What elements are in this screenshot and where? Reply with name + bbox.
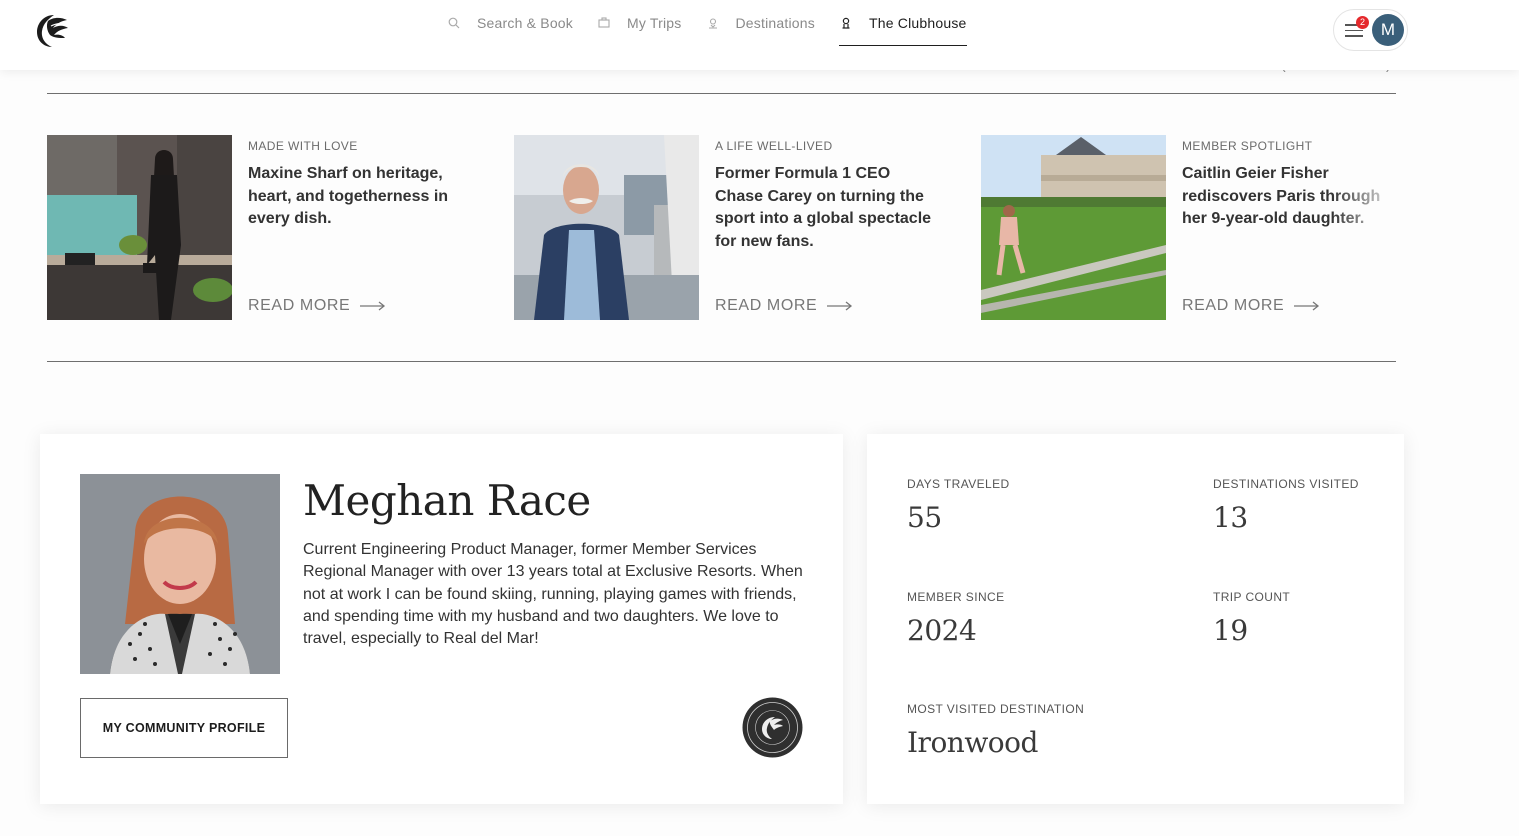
- stat-value: 13: [1213, 501, 1248, 534]
- article-1-image[interactable]: [47, 135, 232, 320]
- my-community-profile-button[interactable]: MY COMMUNITY PROFILE: [80, 698, 288, 758]
- article-2-meta: A LIFE WELL-LIVED Former Formula 1 CEO C…: [715, 135, 935, 320]
- article-2-headline[interactable]: Former Formula 1 CEO Chase Carey on turn…: [715, 163, 935, 253]
- article-1-read-more[interactable]: READ MORE: [248, 297, 386, 315]
- stat-member-since: MEMBER SINCE 2024: [907, 590, 1004, 647]
- divider-bottom: [47, 361, 1396, 362]
- article-card-1[interactable]: MADE WITH LOVE Maxine Sharf on heritage,…: [47, 135, 487, 320]
- stat-value: 2024: [907, 614, 977, 647]
- nav-destinations[interactable]: Destinations: [706, 0, 815, 46]
- nav-my-trips[interactable]: My Trips: [597, 0, 682, 46]
- exclusive-resorts-logo[interactable]: [34, 11, 70, 49]
- clubhouse-icon: [842, 17, 850, 29]
- stat-label: TRIP COUNT: [1213, 590, 1291, 604]
- article-1-meta: MADE WITH LOVE Maxine Sharf on heritage,…: [248, 135, 468, 320]
- arrow-right-icon: [360, 301, 386, 311]
- article-3-image[interactable]: [981, 135, 1166, 320]
- stat-most-visited-destination: MOST VISITED DESTINATION Ironwood: [907, 702, 1084, 759]
- map-pin-icon: [708, 18, 717, 29]
- article-card-2[interactable]: A LIFE WELL-LIVED Former Formula 1 CEO C…: [514, 135, 954, 320]
- stat-value: 19: [1213, 614, 1248, 647]
- stat-label: DESTINATIONS VISITED: [1213, 477, 1359, 491]
- stat-trip-count: TRIP COUNT 19: [1213, 590, 1290, 647]
- nav-destinations-label: Destinations: [735, 15, 815, 31]
- stat-label: MEMBER SINCE: [907, 590, 1005, 604]
- read-more-label: READ MORE: [715, 297, 818, 314]
- article-1-kicker: MADE WITH LOVE: [248, 139, 358, 153]
- nav-the-clubhouse[interactable]: The Clubhouse: [838, 0, 967, 46]
- member-profile-card: Meghan Race Current Engineering Product …: [40, 434, 843, 804]
- user-avatar: M: [1372, 14, 1404, 46]
- main-nav: Search & Book My Trips Destinations The …: [447, 0, 991, 70]
- article-3-meta: MEMBER SPOTLIGHT Caitlin Geier Fisher re…: [1182, 135, 1402, 320]
- article-1-headline[interactable]: Maxine Sharf on heritage, heart, and tog…: [248, 163, 468, 231]
- search-icon: [448, 17, 460, 29]
- profile-name: Meghan Race: [303, 476, 591, 525]
- article-3-read-more[interactable]: READ MORE: [1182, 297, 1320, 315]
- divider-top: [47, 93, 1396, 94]
- nav-my-trips-label: My Trips: [627, 15, 682, 31]
- member-stats-card: DAYS TRAVELED 55 DESTINATIONS VISITED 13…: [867, 434, 1404, 804]
- nav-the-clubhouse-label: The Clubhouse: [868, 15, 967, 31]
- stat-destinations-visited: DESTINATIONS VISITED 13: [1213, 477, 1359, 534]
- stat-label: MOST VISITED DESTINATION: [907, 702, 1085, 716]
- suitcase-icon: [598, 17, 610, 28]
- article-2-read-more[interactable]: READ MORE: [715, 297, 853, 315]
- arrow-right-icon: [827, 301, 853, 311]
- stat-label: DAYS TRAVELED: [907, 477, 1010, 491]
- stat-value: Ironwood: [907, 726, 1038, 759]
- top-navigation-bar: Search & Book My Trips Destinations The …: [0, 0, 1519, 70]
- article-card-3[interactable]: MEMBER SPOTLIGHT Caitlin Geier Fisher re…: [981, 135, 1421, 320]
- article-2-kicker: A LIFE WELL-LIVED: [715, 139, 833, 153]
- read-more-label: READ MORE: [248, 297, 351, 314]
- profile-bio: Current Engineering Product Manager, for…: [303, 541, 803, 648]
- notification-badge: 2: [1356, 16, 1369, 29]
- stat-days-traveled: DAYS TRAVELED 55: [907, 477, 1010, 534]
- profile-photo: [80, 474, 280, 674]
- read-more-label: READ MORE: [1182, 297, 1285, 314]
- nav-search-book-label: Search & Book: [477, 15, 573, 31]
- membership-seal-icon: [742, 697, 803, 758]
- stat-value: 55: [907, 501, 942, 534]
- arrow-right-icon: [1294, 301, 1320, 311]
- nav-search-book[interactable]: Search & Book: [447, 0, 573, 46]
- account-menu-button[interactable]: 2 M: [1333, 9, 1408, 51]
- article-2-image[interactable]: [514, 135, 699, 320]
- carousel-fade-overlay: [1332, 135, 1402, 235]
